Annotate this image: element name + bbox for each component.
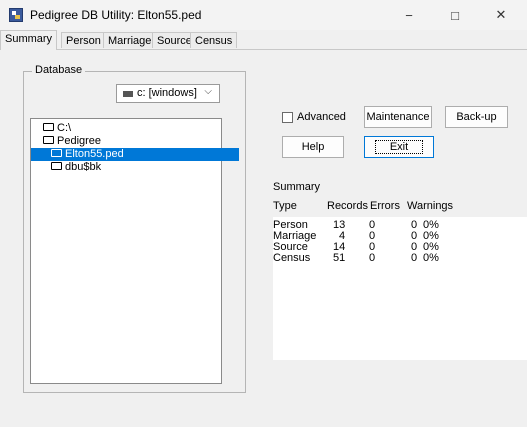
directory-item-elton55[interactable]: Elton55.ped bbox=[31, 148, 239, 161]
header-records: Records bbox=[327, 200, 368, 212]
cell-type: Census bbox=[273, 252, 311, 264]
drive-select[interactable]: c: [windows] ⌵ bbox=[116, 84, 220, 103]
cell-records: 51 bbox=[333, 252, 346, 264]
tab-person[interactable]: Person bbox=[61, 32, 106, 48]
maximize-button[interactable]: □ bbox=[432, 0, 478, 30]
tab-strip: Summary Person Marriage Source Census bbox=[0, 30, 527, 50]
backup-button[interactable]: Back-up bbox=[445, 106, 508, 128]
directory-list[interactable]: C:\ Pedigree Elton55.ped dbu$bk bbox=[30, 118, 239, 384]
advanced-checkbox[interactable]: Advanced bbox=[282, 111, 346, 123]
header-warnings: Warnings bbox=[407, 200, 454, 212]
minimize-button[interactable]: − bbox=[386, 0, 432, 30]
app-icon bbox=[9, 8, 23, 22]
directory-item-root[interactable]: C:\ bbox=[31, 122, 231, 135]
tab-marriage[interactable]: Marriage bbox=[103, 32, 157, 48]
checkbox-box[interactable] bbox=[282, 111, 293, 123]
summary-grid[interactable]: Person 13 0 0 0% Marriage 4 0 0 0% Sourc… bbox=[273, 217, 527, 360]
maintenance-button[interactable]: Maintenance bbox=[364, 106, 432, 128]
help-button[interactable]: Help bbox=[282, 136, 344, 158]
cell-errors: 0 bbox=[369, 252, 376, 264]
cell-warnings-pct: 0% bbox=[423, 252, 439, 264]
folder-icon bbox=[51, 162, 62, 171]
drive-icon bbox=[123, 91, 133, 97]
title-bar[interactable]: Pedigree DB Utility: Elton55.ped − □ ✕ bbox=[0, 0, 527, 30]
tab-census[interactable]: Census bbox=[190, 32, 238, 48]
drive-value: c: [windows] bbox=[137, 87, 197, 99]
database-group-label: Database bbox=[32, 64, 86, 76]
chevron-down-icon: ⌵ bbox=[204, 86, 212, 97]
close-icon: ✕ bbox=[495, 7, 507, 22]
folder-open-icon bbox=[43, 123, 54, 132]
exit-button[interactable]: Exit bbox=[364, 136, 434, 158]
minimize-icon: − bbox=[405, 7, 413, 23]
tab-summary[interactable]: Summary bbox=[0, 30, 58, 50]
folder-open-icon bbox=[43, 136, 54, 145]
directory-item-dbubk[interactable]: dbu$bk bbox=[31, 161, 239, 174]
window-title: Pedigree DB Utility: Elton55.ped bbox=[30, 8, 202, 22]
directory-item-pedigree[interactable]: Pedigree bbox=[31, 135, 231, 148]
header-type: Type bbox=[273, 200, 297, 212]
summary-title: Summary bbox=[273, 181, 321, 193]
advanced-label: Advanced bbox=[297, 111, 346, 123]
cell-warnings: 0 bbox=[411, 252, 418, 264]
close-button[interactable]: ✕ bbox=[478, 0, 524, 30]
maximize-icon: □ bbox=[451, 7, 459, 23]
header-errors: Errors bbox=[370, 200, 400, 212]
exit-label: Exit bbox=[374, 140, 424, 154]
folder-open-icon bbox=[51, 149, 62, 158]
